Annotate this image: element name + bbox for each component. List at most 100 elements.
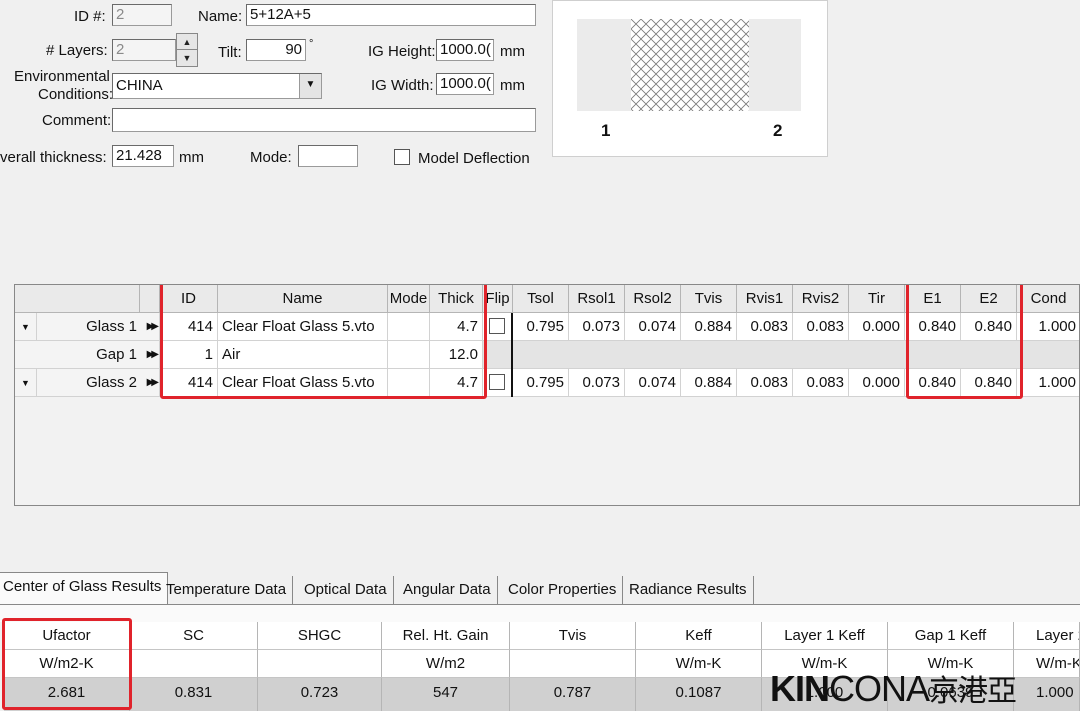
environment-select[interactable]: CHINA ▼	[112, 73, 322, 99]
result-unit-tvis	[510, 650, 636, 678]
cell-tsol[interactable]: 0.795	[513, 369, 569, 397]
cell-id[interactable]: 414	[160, 313, 218, 341]
column-separator	[511, 313, 513, 397]
result-value-shgc: 0.723	[258, 678, 382, 711]
cell-tir[interactable]: 0.000	[849, 369, 905, 397]
cell-rvis2[interactable]: 0.083	[793, 369, 849, 397]
col-header-id[interactable]: ID	[160, 285, 218, 313]
col-header-e2[interactable]: E2	[961, 285, 1017, 313]
row-dropdown-icon[interactable]: ▼	[15, 369, 37, 397]
cell-id[interactable]: 1	[160, 341, 218, 369]
layers-field[interactable]: 2	[112, 39, 176, 61]
spin-down-icon[interactable]: ▼	[177, 50, 197, 66]
col-header-tsol[interactable]: Tsol	[513, 285, 569, 313]
id-field[interactable]: 2	[112, 4, 172, 26]
cell-e1[interactable]: 0.840	[905, 369, 961, 397]
cell-mode[interactable]	[388, 313, 430, 341]
name-field[interactable]: 5+12A+5	[246, 4, 536, 26]
cell-name[interactable]: Clear Float Glass 5.vto	[218, 369, 388, 397]
cell-e2[interactable]: 0.840	[961, 313, 1017, 341]
cell-rsol1[interactable]: 0.073	[569, 313, 625, 341]
cell-flip[interactable]	[483, 313, 513, 341]
tab-radiance-results[interactable]: Radiance Results	[623, 576, 754, 604]
tab-center-of-glass[interactable]: Center of Glass Results	[0, 572, 169, 606]
col-header-e1[interactable]: E1	[905, 285, 961, 313]
tilt-label: Tilt:	[218, 44, 242, 61]
flip-checkbox[interactable]	[489, 318, 505, 334]
cell-thick[interactable]: 4.7	[430, 313, 483, 341]
result-header-layer2: Layer 2	[1014, 622, 1080, 650]
cell-tvis[interactable]: 0.884	[681, 369, 737, 397]
col-header-mode[interactable]: Mode	[388, 285, 430, 313]
name-label: Name:	[198, 8, 243, 25]
watermark-text: CONA	[829, 668, 930, 709]
row-dropdown-icon[interactable]: ▼	[15, 313, 37, 341]
cell-rsol2[interactable]: 0.074	[625, 313, 681, 341]
result-header-rel-ht-gain: Rel. Ht. Gain	[382, 622, 510, 650]
tab-color-properties[interactable]: Color Properties	[502, 576, 624, 604]
cell-rvis1[interactable]: 0.083	[737, 369, 793, 397]
layers-label: # Layers:	[46, 42, 108, 59]
double-arrow-icon[interactable]: ▶▶	[147, 313, 159, 340]
comment-field[interactable]	[112, 108, 536, 132]
col-header-tvis[interactable]: Tvis	[681, 285, 737, 313]
col-header-name[interactable]: Name	[218, 285, 388, 313]
tab-panel	[0, 604, 1080, 622]
double-arrow-icon[interactable]: ▶▶	[147, 341, 159, 368]
cell-name[interactable]: Air	[218, 341, 388, 369]
cell-tsol[interactable]: 0.795	[513, 313, 569, 341]
col-header-thick[interactable]: Thick	[430, 285, 483, 313]
col-header-rvis2[interactable]: Rvis2	[793, 285, 849, 313]
table-row-label[interactable]: Gap 1 ▶▶	[15, 341, 160, 369]
cell-name[interactable]: Clear Float Glass 5.vto	[218, 313, 388, 341]
tilt-field[interactable]: 90	[246, 39, 306, 61]
spin-up-icon[interactable]: ▲	[177, 34, 197, 50]
ig-width-field[interactable]: 1000.0(	[436, 73, 494, 95]
cell-flip[interactable]	[483, 369, 513, 397]
cell-tir[interactable]: 0.000	[849, 313, 905, 341]
result-value-layer2: 1.000	[1014, 678, 1080, 711]
result-value-tvis: 0.787	[510, 678, 636, 711]
flip-checkbox[interactable]	[489, 374, 505, 390]
overall-thickness-field[interactable]: 21.428	[112, 145, 174, 167]
col-header-tir[interactable]: Tir	[849, 285, 905, 313]
double-arrow-icon[interactable]: ▶▶	[147, 369, 159, 396]
ig-height-field[interactable]: 1000.0(	[436, 39, 494, 61]
col-header-rvis1[interactable]: Rvis1	[737, 285, 793, 313]
result-header-ufactor: Ufactor	[4, 622, 130, 650]
cell-thick[interactable]: 4.7	[430, 369, 483, 397]
cell-e1[interactable]: 0.840	[905, 313, 961, 341]
chevron-down-icon[interactable]: ▼	[299, 74, 321, 98]
watermark-bold-text: KIN	[770, 668, 830, 709]
mode-field[interactable]	[298, 145, 358, 167]
cell-thick[interactable]: 12.0	[430, 341, 483, 369]
col-header-flip[interactable]: Flip	[483, 285, 513, 313]
cell-rvis2[interactable]: 0.083	[793, 313, 849, 341]
col-header-cond[interactable]: Cond	[1017, 285, 1079, 313]
result-unit-layer2: W/m-K	[1014, 650, 1080, 678]
cell-cond[interactable]: 1.000	[1017, 313, 1079, 341]
col-header-rsol1[interactable]: Rsol1	[569, 285, 625, 313]
tab-temperature-data[interactable]: Temperature Data	[160, 576, 294, 604]
cell-rvis1[interactable]: 0.083	[737, 313, 793, 341]
preview-label-1: 1	[601, 121, 611, 140]
cell-tvis[interactable]: 0.884	[681, 313, 737, 341]
cell-rsol1[interactable]: 0.073	[569, 369, 625, 397]
table-row-label[interactable]: Glass 1 ▶▶	[37, 313, 160, 341]
cell-e2[interactable]: 0.840	[961, 369, 1017, 397]
row-label-text: Glass 2	[86, 374, 137, 391]
tab-optical-data[interactable]: Optical Data	[298, 576, 394, 604]
cell-rsol2[interactable]: 0.074	[625, 369, 681, 397]
col-header-rsol2[interactable]: Rsol2	[625, 285, 681, 313]
cell-cond[interactable]: 1.000	[1017, 369, 1079, 397]
model-deflection-checkbox[interactable]	[394, 149, 410, 165]
result-header-shgc: SHGC	[258, 622, 382, 650]
tab-angular-data[interactable]: Angular Data	[397, 576, 498, 604]
table-row-label[interactable]: Glass 2 ▶▶	[37, 369, 160, 397]
cell-mode[interactable]	[388, 341, 430, 369]
ig-height-unit: mm	[500, 43, 525, 60]
cell-mode[interactable]	[388, 369, 430, 397]
layers-spinner[interactable]: ▲ ▼	[176, 33, 198, 67]
environment-value: CHINA	[116, 77, 163, 94]
cell-id[interactable]: 414	[160, 369, 218, 397]
